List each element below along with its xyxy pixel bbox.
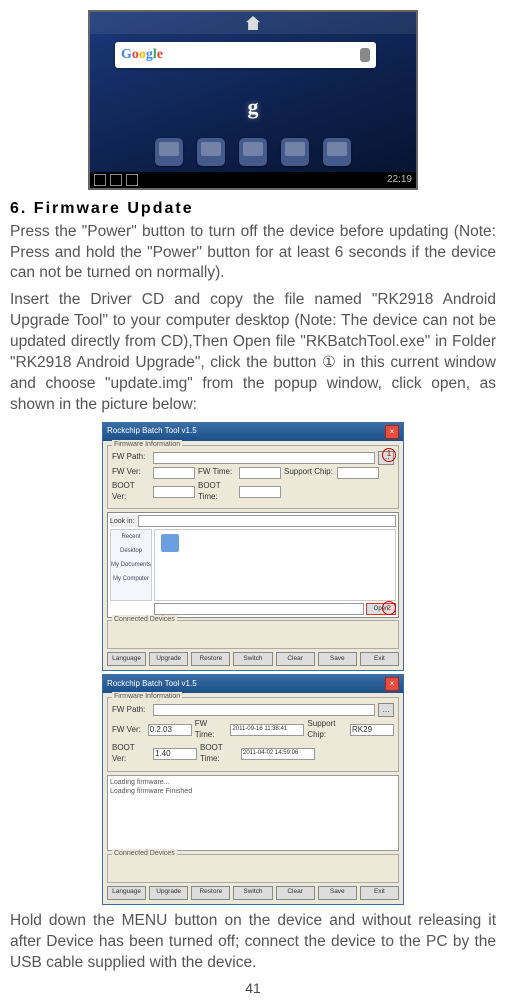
app-maps	[197, 138, 225, 166]
recent-icon	[126, 174, 138, 186]
btn-restore-2: Restore	[191, 886, 230, 900]
btn-save-2: Save	[318, 886, 357, 900]
boot-ver-label: BOOT Ver:	[112, 481, 150, 503]
connected-devices-legend-2: Connected Devices	[112, 849, 177, 858]
support-value: RK29	[350, 724, 394, 736]
connected-devices-group-2: Connected Devices	[107, 854, 399, 883]
side-desktop: Desktop	[111, 544, 151, 558]
fw-time-label: FW Time:	[198, 467, 236, 478]
support-chip-label: Support Chip:	[284, 467, 334, 478]
log-area: Loading firmware... Loading firmware Fin…	[107, 775, 399, 851]
app-gmail2	[281, 138, 309, 166]
fw-path-input	[153, 452, 375, 464]
window-title-2: Rockchip Batch Tool v1.5	[107, 679, 197, 690]
paragraph-3: Hold down the MENU button on the device …	[10, 911, 496, 974]
fw-time-label-2: FW Time:	[195, 719, 228, 741]
app-gmail	[239, 138, 267, 166]
google-g-icon: g	[248, 92, 259, 122]
page-number: 41	[10, 979, 496, 998]
btn-upgrade: Upgrade	[149, 652, 188, 666]
fw-ver-label: FW Ver:	[112, 467, 150, 478]
boot-ver-label-2: BOOT Ver:	[112, 743, 150, 765]
fw-ver-label-2: FW Ver:	[112, 725, 145, 736]
tablet-topbar	[90, 12, 416, 34]
boot-time-value: 2011-04-02 14:59:06	[241, 748, 315, 760]
home-icon	[246, 16, 260, 30]
side-computer: My Computer	[111, 572, 151, 586]
fw-time-input	[239, 467, 281, 479]
side-recent: Recent	[111, 530, 151, 544]
btn-language: Language	[107, 652, 146, 666]
btn-exit-2: Exit	[360, 886, 399, 900]
window-title: Rockchip Batch Tool v1.5	[107, 426, 197, 437]
fw-time-value: 2011-09-16 11:38:41	[230, 724, 304, 736]
firmware-legend: Firmware Information	[112, 440, 182, 449]
fw-path-label-2: FW Path:	[112, 705, 150, 716]
fw-ver-input	[153, 467, 195, 479]
window-titlebar: Rockchip Batch Tool v1.5 ×	[103, 423, 403, 441]
close-icon: ×	[385, 425, 399, 439]
btn-switch-2: Switch	[233, 886, 272, 900]
app-camera	[323, 138, 351, 166]
btn-exit: Exit	[360, 652, 399, 666]
firmware-legend-2: Firmware Information	[112, 692, 182, 701]
fw-ver-value: 0.2.03	[148, 724, 192, 736]
fw-path-input-2	[153, 704, 375, 716]
btn-upgrade-2: Upgrade	[149, 886, 188, 900]
side-docs: My Documents	[111, 558, 151, 572]
paragraph-2: Insert the Driver CD and copy the file n…	[10, 290, 496, 416]
app-browser	[155, 138, 183, 166]
support-chip-label-2: Support Chip:	[307, 719, 347, 741]
window-titlebar-2: Rockchip Batch Tool v1.5 ×	[103, 675, 403, 693]
filename-input	[154, 603, 364, 615]
file-list	[154, 529, 396, 601]
btn-restore: Restore	[191, 652, 230, 666]
btn-clear-2: Clear	[276, 886, 315, 900]
marker-1: 1	[382, 448, 396, 462]
statusbar: 22:19	[90, 172, 416, 188]
lookin-label: Look in:	[110, 517, 135, 526]
boot-time-label: BOOT Time:	[198, 481, 236, 503]
boot-time-label-2: BOOT Time:	[200, 743, 238, 765]
section-title: 6. Firmware Update	[10, 198, 496, 220]
btn-switch: Switch	[233, 652, 272, 666]
btn-language-2: Language	[107, 886, 146, 900]
batch-tool-window-1: Rockchip Batch Tool v1.5 × Firmware Info…	[102, 422, 404, 672]
app-dock	[90, 134, 416, 170]
connected-devices-group: Connected Devices	[107, 620, 399, 649]
fw-path-label: FW Path:	[112, 452, 150, 463]
paragraph-1: Press the "Power" button to turn off the…	[10, 222, 496, 285]
btn-save: Save	[318, 652, 357, 666]
places-sidebar: Recent Desktop My Documents My Computer	[110, 529, 152, 601]
folder-dropdown	[138, 515, 396, 527]
file-update-img	[161, 534, 179, 552]
back-icon	[94, 174, 106, 186]
btn-clear: Clear	[276, 652, 315, 666]
file-dialog: Look in: Recent Desktop My Documents My …	[107, 512, 399, 618]
close-icon-2: ×	[385, 677, 399, 691]
google-logo: Google	[121, 46, 163, 65]
tablet-search-bar: Google	[115, 42, 376, 68]
boot-ver-value: 1.40	[153, 748, 197, 760]
tablet-screenshot: Google g 22:19	[88, 10, 418, 190]
firmware-info-group-2: Firmware Information FW Path: … FW Ver: …	[107, 697, 399, 771]
firmware-info-group: Firmware Information 1 FW Path: … FW Ver…	[107, 445, 399, 510]
batch-tool-window-2: Rockchip Batch Tool v1.5 × Firmware Info…	[102, 674, 404, 904]
home-nav-icon	[110, 174, 122, 186]
boot-ver-input	[153, 486, 195, 498]
bottom-button-row: Language Upgrade Restore Switch Clear Sa…	[107, 652, 399, 666]
clock: 22:19	[387, 173, 412, 187]
browse-button-2: …	[378, 703, 394, 717]
bottom-button-row-2: Language Upgrade Restore Switch Clear Sa…	[107, 886, 399, 900]
mic-icon	[360, 48, 370, 62]
connected-devices-legend: Connected Devices	[112, 615, 177, 624]
boot-time-input	[239, 486, 281, 498]
support-chip-input	[337, 467, 379, 479]
